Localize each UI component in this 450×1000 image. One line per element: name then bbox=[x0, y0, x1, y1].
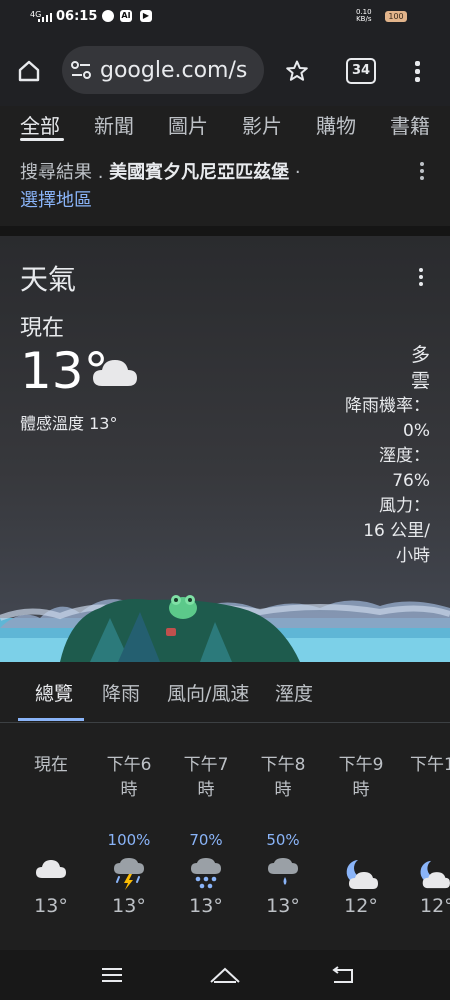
filter-tab-videos[interactable]: 影片 bbox=[242, 110, 282, 139]
system-nav-bar bbox=[0, 950, 450, 1000]
hour-item: 現在 13° bbox=[16, 753, 86, 917]
hour-precip bbox=[404, 831, 450, 851]
recent-apps-button[interactable] bbox=[92, 960, 132, 990]
filter-tab-all[interactable]: 全部 bbox=[20, 110, 60, 139]
tab-precipitation[interactable]: 降雨 bbox=[102, 679, 140, 706]
back-button[interactable] bbox=[322, 960, 362, 990]
hour-label: 下午7時 bbox=[183, 755, 229, 800]
section-divider bbox=[0, 226, 450, 236]
wind-value: 16 公里/小時 bbox=[363, 521, 430, 566]
hour-temp: 13° bbox=[189, 895, 223, 917]
now-label: 現在 bbox=[20, 316, 65, 341]
weather-details: 多雲 降雨機率： 0% 溼度： 76% 風力： 16 公里/小時 bbox=[290, 342, 430, 569]
feels-like: 體感溫度 13° bbox=[20, 414, 118, 433]
location-notice: 搜尋結果 . 美國賓夕凡尼亞匹茲堡 · 選擇地區 bbox=[0, 142, 450, 226]
partly-cloudy-night-icon bbox=[326, 857, 396, 893]
location-text: 搜尋結果 . 美國賓夕凡尼亞匹茲堡 · bbox=[20, 162, 301, 183]
hour-item: 下午8時 50% 13° bbox=[248, 753, 318, 917]
filter-tab-shopping[interactable]: 購物 bbox=[316, 110, 356, 139]
search-filter-tabs: 全部 新聞 圖片 影片 購物 書籍 bbox=[0, 106, 450, 142]
tab-switcher-button[interactable]: 34 bbox=[346, 58, 376, 84]
site-settings-icon[interactable] bbox=[70, 60, 92, 80]
heavy-rain-icon bbox=[171, 857, 241, 893]
signal-icon bbox=[38, 13, 52, 22]
more-vert-icon bbox=[414, 60, 420, 82]
ai-icon: AI bbox=[120, 10, 132, 22]
active-tab-indicator bbox=[20, 138, 64, 141]
humidity-label: 溼度： bbox=[379, 446, 430, 466]
hour-item: 下午9時 12° bbox=[326, 753, 396, 917]
hour-temp: 12° bbox=[420, 895, 450, 917]
precip-label: 降雨機率： bbox=[345, 396, 430, 416]
filter-tab-books[interactable]: 書籍 bbox=[390, 110, 430, 139]
hour-item: 下午6時 100% 13° bbox=[94, 753, 164, 917]
hour-temp: 13° bbox=[34, 895, 68, 917]
cloud-icon bbox=[93, 360, 137, 386]
battery-indicator: 100 bbox=[385, 11, 407, 22]
hour-precip bbox=[326, 831, 396, 851]
choose-region-link[interactable]: 選擇地區 bbox=[20, 186, 92, 212]
hourly-forecast[interactable]: 現在 13° 下午6時 100% 13° 下午7時 70% 13° 下午8時 5… bbox=[0, 723, 450, 950]
star-icon bbox=[286, 60, 308, 81]
hour-item: 下午7時 70% 13° bbox=[171, 753, 241, 917]
home-nav-button[interactable] bbox=[205, 960, 245, 990]
hour-item: 下午1 12° bbox=[404, 753, 450, 917]
browser-toolbar: google.com/s bbox=[0, 34, 450, 106]
home-button[interactable] bbox=[14, 56, 44, 86]
tab-humidity[interactable]: 溼度 bbox=[275, 679, 313, 706]
back-icon bbox=[332, 966, 353, 983]
status-time: 06:15 bbox=[56, 9, 98, 24]
hour-label: 下午8時 bbox=[260, 755, 306, 800]
hour-temp: 13° bbox=[112, 895, 146, 917]
humidity-value: 76% bbox=[392, 471, 430, 491]
active-hourly-tab-indicator bbox=[18, 718, 84, 721]
hour-precip bbox=[16, 831, 86, 851]
condition-text: 多雲 bbox=[410, 344, 430, 392]
filter-tab-news[interactable]: 新聞 bbox=[94, 110, 134, 139]
precip-value: 0% bbox=[403, 421, 430, 441]
weather-more-button[interactable] bbox=[418, 268, 424, 286]
url-text: google.com/s bbox=[100, 58, 248, 83]
hour-precip: 70% bbox=[189, 831, 223, 849]
hour-temp: 13° bbox=[266, 895, 300, 917]
hour-label: 下午6時 bbox=[106, 755, 152, 800]
cloud-icon bbox=[16, 857, 86, 893]
hour-label: 下午1 bbox=[410, 755, 450, 775]
home-icon bbox=[18, 60, 40, 82]
status-bar: 4G 06:15 AI ▶ 0.10 KB/s 100 bbox=[0, 0, 450, 34]
thunderstorm-icon bbox=[94, 857, 164, 893]
weather-card: 天氣 現在 13° 體感溫度 13° 多雲 降雨機率： 0% 溼度： 76% 風… bbox=[0, 236, 450, 662]
hour-precip: 50% bbox=[266, 831, 300, 849]
notification-app-icon bbox=[102, 10, 114, 22]
network-speed: 0.10 KB/s bbox=[356, 8, 372, 23]
menu-icon bbox=[102, 968, 122, 982]
home-nav-icon bbox=[210, 967, 240, 983]
weather-title: 天氣 bbox=[20, 263, 77, 296]
wind-label: 風力： bbox=[379, 496, 430, 516]
browser-menu-button[interactable] bbox=[402, 56, 432, 86]
hour-precip: 100% bbox=[107, 831, 151, 849]
filter-tab-images[interactable]: 圖片 bbox=[168, 110, 208, 139]
rain-icon bbox=[248, 857, 318, 893]
tab-wind[interactable]: 風向/風速 bbox=[167, 679, 249, 706]
hourly-tabs: 總覽 降雨 風向/風速 溼度 bbox=[0, 662, 450, 723]
address-bar[interactable]: google.com/s bbox=[62, 46, 264, 94]
youtube-icon: ▶ bbox=[140, 10, 152, 22]
hour-temp: 12° bbox=[344, 895, 378, 917]
location-more-button[interactable] bbox=[419, 162, 425, 180]
hour-label: 現在 bbox=[34, 755, 68, 775]
bookmark-button[interactable] bbox=[282, 56, 312, 86]
hour-label: 下午9時 bbox=[338, 755, 384, 800]
weather-illustration bbox=[0, 595, 450, 662]
tab-overview[interactable]: 總覽 bbox=[35, 679, 73, 706]
location-name: 美國賓夕凡尼亞匹茲堡 bbox=[109, 162, 290, 183]
partly-cloudy-night-icon bbox=[404, 857, 450, 893]
